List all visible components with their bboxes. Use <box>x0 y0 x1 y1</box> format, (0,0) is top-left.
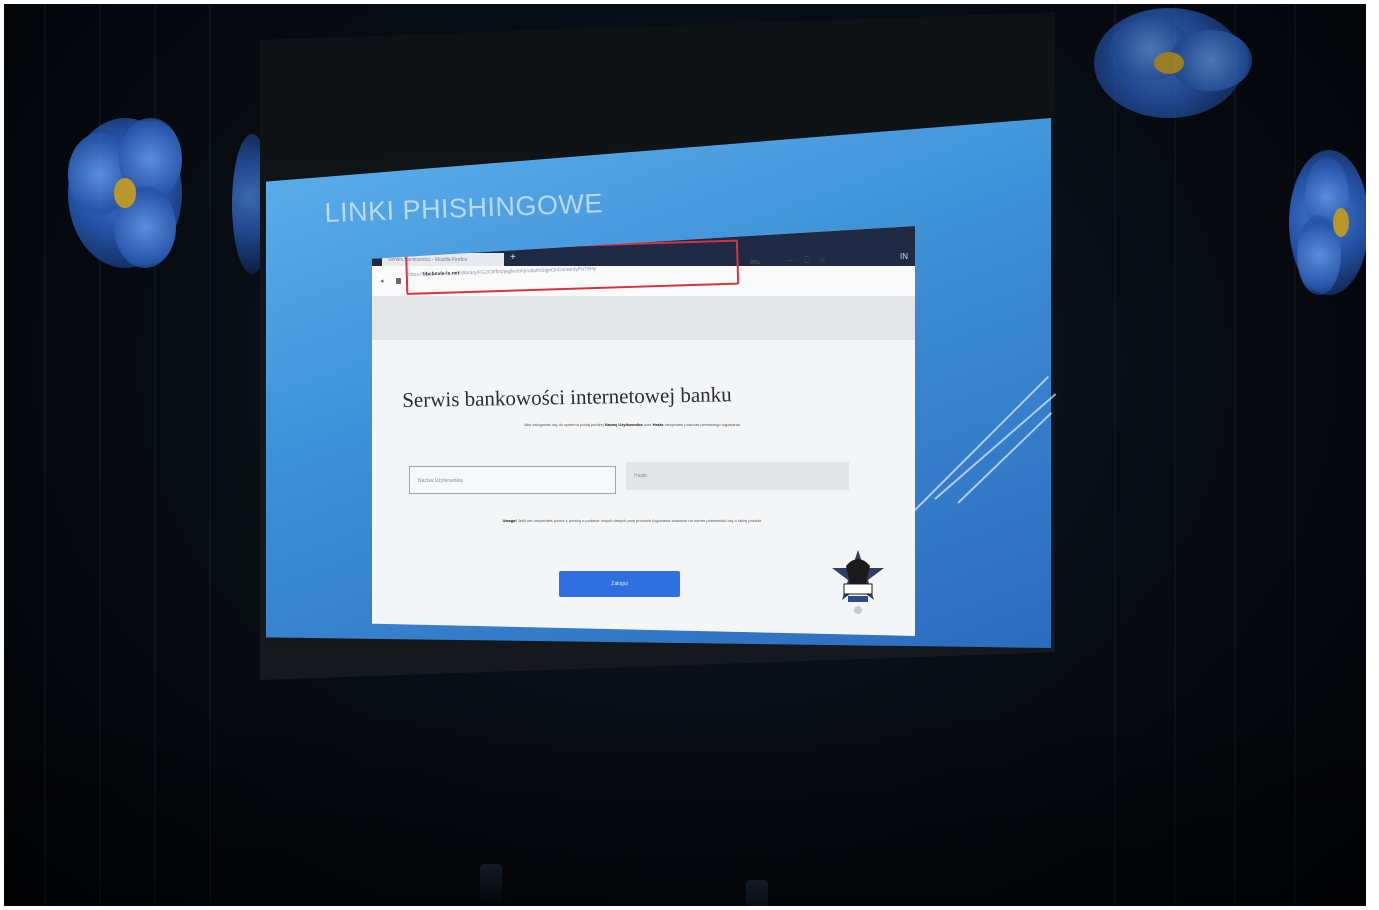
toolbar-icons[interactable]: ⋯ ⎕ ☆ <box>787 255 829 266</box>
url-prefix: https:// <box>408 271 424 278</box>
lock-icon[interactable] <box>396 278 401 284</box>
page-heading: Serwis bankowości internetowej banku <box>402 382 732 412</box>
page-header-band <box>372 296 915 340</box>
instructions-text: Aby zalogować się do systemu podaj poniż… <box>524 422 604 427</box>
url-domain: libcbsvle-ls.net <box>423 270 460 278</box>
instructions-end: otrzymane podczas pierwszego logowania <box>664 422 740 427</box>
warning-text: Jeśli nie otrzymałeś pisma z prosbą o po… <box>517 518 706 523</box>
login-button[interactable]: Zaloguj <box>559 571 680 597</box>
back-icon[interactable]: ◂ <box>380 277 384 285</box>
decor-flower-left <box>68 118 182 268</box>
security-warning: Uwaga! Jeśli nie otrzymałeś pisma z pros… <box>472 518 792 524</box>
warning-label: Uwaga! <box>502 518 517 523</box>
username-input[interactable]: Nazwa Użytkownika <box>409 466 616 494</box>
speaker-left <box>480 864 502 902</box>
warning-text-2: potwierdzić czy o takiej prosbie <box>706 518 762 523</box>
decor-flower-right <box>1289 150 1366 295</box>
stage-floor <box>4 704 1366 906</box>
zoom-level[interactable]: 90% <box>750 260 760 266</box>
decor-flower-top-right <box>1094 8 1252 118</box>
instructions-user-term: Nazwę Użytkownika <box>604 422 643 427</box>
extension-icon[interactable]: IN <box>900 252 908 261</box>
police-emblem-icon <box>832 550 884 614</box>
password-input[interactable]: Hasło <box>626 462 849 490</box>
instructions-and: oraz <box>643 422 652 427</box>
login-instructions: Aby zalogować się do systemu podaj poniż… <box>472 422 792 428</box>
speaker-right <box>746 880 768 906</box>
instructions-pass-term: Hasło <box>652 422 664 427</box>
